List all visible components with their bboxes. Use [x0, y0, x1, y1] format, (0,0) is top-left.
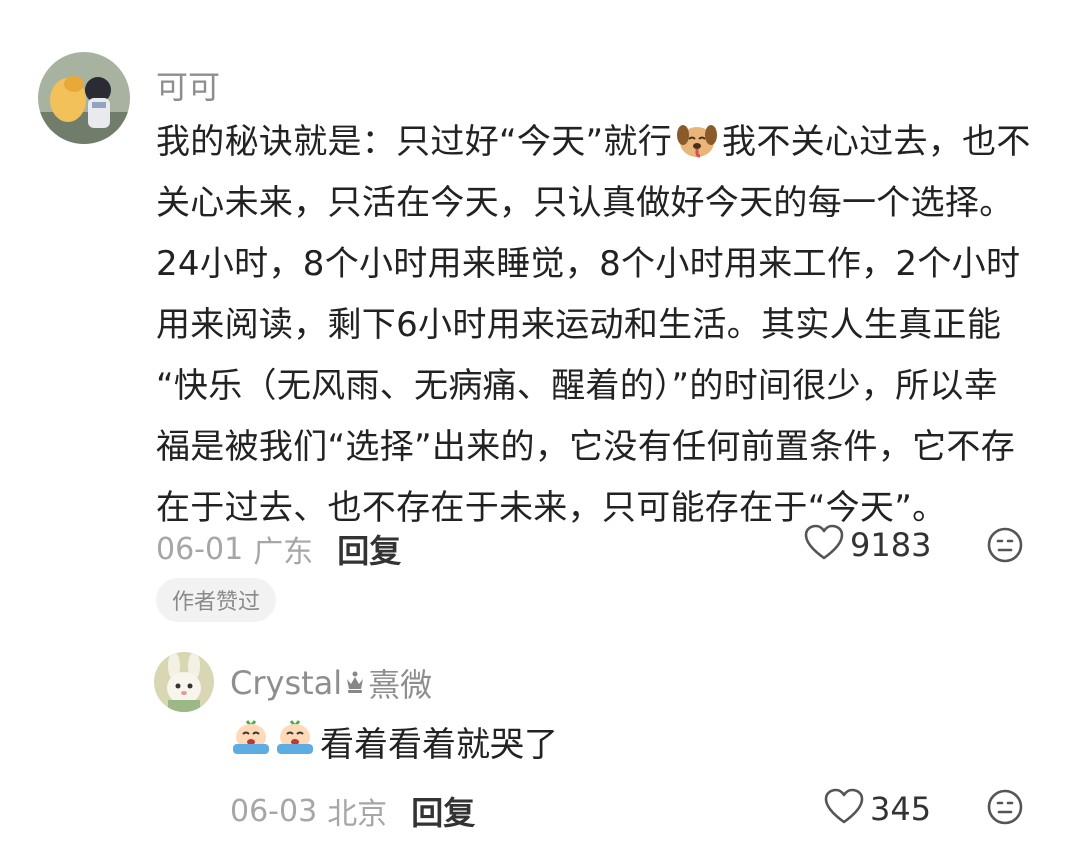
reply-region: 北京 — [327, 797, 388, 832]
comment-line-4: 用来阅读，剩下6小时用来运动和生活。其实人生真正能 — [156, 305, 1002, 345]
dog-emoji-icon — [676, 118, 718, 179]
comment-line-1: 我的秘诀就是：只过好“今天”就行 我不关心过去，也不 — [156, 112, 1046, 173]
like-count: 9183 — [850, 526, 932, 564]
reply-body: 看着看着就哭了 — [230, 716, 558, 766]
reply-avatar[interactable] — [154, 652, 214, 712]
comment-username[interactable]: 可可 — [156, 62, 220, 108]
reply-meta: 06-03 北京 回复 — [230, 788, 475, 834]
comment-line-5: “快乐（无风雨、无病痛、醒着的）”的时间很少，所以幸 — [156, 366, 999, 406]
avatar[interactable] — [38, 52, 130, 144]
reply-like-button[interactable]: 345 — [824, 788, 931, 830]
comment-line-2: 关心未来，只活在今天，只认真做好今天的每一个选择。 — [156, 183, 1014, 223]
reply-button[interactable]: 回复 — [337, 526, 401, 572]
comment-date: 06-01 — [156, 531, 244, 567]
heart-outline-icon — [804, 524, 844, 566]
author-liked-badge: 作者赞过 — [156, 578, 277, 622]
reply-username[interactable]: Crystal 熹微 — [230, 660, 432, 706]
comment-line-6: 福是被我们“选择”出来的，它没有任何前置条件，它不存 — [156, 427, 1016, 467]
comment-body: 我的秘诀就是：只过好“今天”就行 我不关心过去，也不 关心未来，只活在今天，只认… — [156, 112, 1046, 539]
heart-outline-icon — [824, 788, 864, 830]
comment-meta: 06-01 广东 回复 — [156, 526, 401, 572]
like-button[interactable]: 9183 — [804, 524, 931, 566]
meh-face-icon[interactable] — [986, 788, 1024, 830]
reply-text: 看着看着就哭了 — [320, 724, 558, 765]
reply-date: 06-03 — [230, 793, 318, 829]
comment-region: 广东 — [253, 535, 314, 570]
crying-emoji-icon — [230, 717, 272, 766]
comment-line-3: 24小时，8个小时用来睡觉，8个小时用来工作，2个小时 — [156, 244, 1021, 284]
reply-reply-button[interactable]: 回复 — [411, 788, 475, 834]
meh-face-icon[interactable] — [986, 526, 1024, 568]
crown-icon — [344, 664, 366, 702]
reply-like-count: 345 — [870, 790, 932, 828]
crying-emoji-icon — [274, 717, 316, 766]
